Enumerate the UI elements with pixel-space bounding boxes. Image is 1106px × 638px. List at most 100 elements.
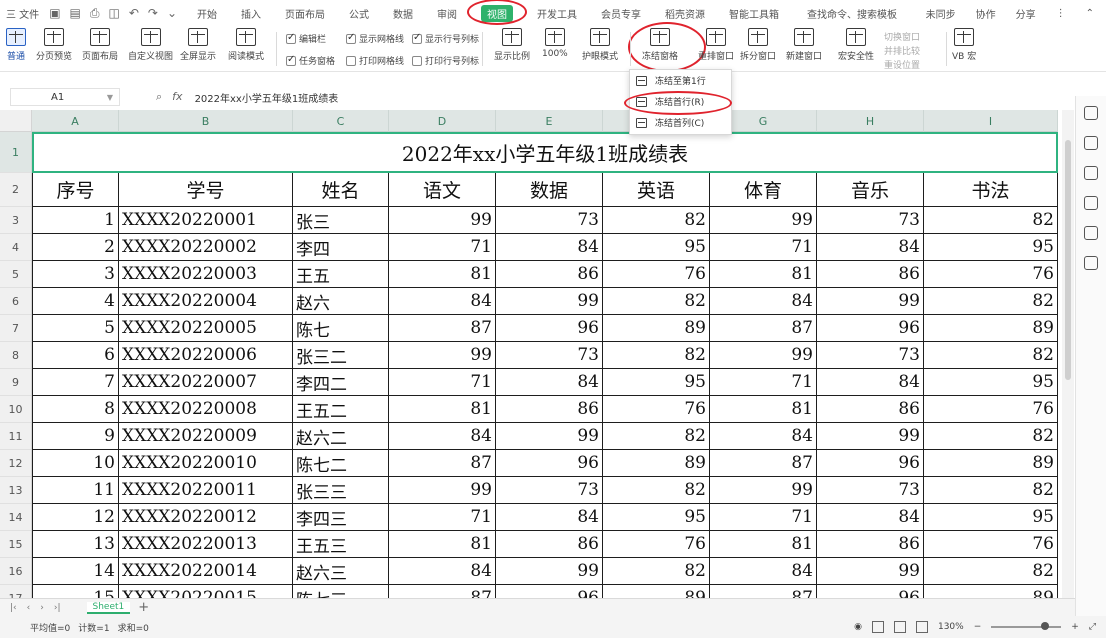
checkbox-5[interactable]: 打印行号列标: [412, 54, 479, 67]
table-cell[interactable]: 李四三: [293, 504, 389, 531]
table-cell[interactable]: 87: [389, 585, 496, 598]
table-cell[interactable]: 95: [603, 234, 710, 261]
table-cell[interactable]: 73: [496, 477, 603, 504]
table-cell[interactable]: 84: [817, 234, 924, 261]
table-cell[interactable]: 3: [32, 261, 119, 288]
table-cell[interactable]: 9: [32, 423, 119, 450]
ribbon-disabled-0[interactable]: 切换窗口: [884, 30, 920, 43]
row-header[interactable]: 2: [0, 173, 31, 207]
table-cell[interactable]: 张三二: [293, 342, 389, 369]
ribbon-button-14[interactable]: VB 宏: [952, 28, 976, 62]
table-cell[interactable]: 99: [817, 288, 924, 315]
table-cell[interactable]: 14: [32, 558, 119, 585]
table-cell[interactable]: XXXX20220006: [119, 342, 293, 369]
table-cell[interactable]: XXXX20220002: [119, 234, 293, 261]
ribbon-button-12[interactable]: 新建窗口: [786, 28, 822, 62]
freeze-menu-item-0[interactable]: 冻结至第1行: [630, 70, 731, 91]
column-header-I[interactable]: I: [924, 110, 1058, 132]
table-cell[interactable]: XXXX20220001: [119, 207, 293, 234]
table-cell[interactable]: 84: [496, 234, 603, 261]
header-cell[interactable]: 姓名: [293, 173, 389, 207]
table-cell[interactable]: 89: [924, 450, 1058, 477]
table-cell[interactable]: 1: [32, 207, 119, 234]
tab-6[interactable]: 视图: [467, 0, 528, 25]
table-cell[interactable]: 99: [817, 558, 924, 585]
header-cell[interactable]: 数据: [496, 173, 603, 207]
table-cell[interactable]: 95: [603, 369, 710, 396]
table-cell[interactable]: 4: [32, 288, 119, 315]
table-cell[interactable]: 89: [603, 450, 710, 477]
table-cell[interactable]: 89: [603, 315, 710, 342]
ribbon-disabled-1[interactable]: 并排比较: [884, 44, 920, 57]
table-cell[interactable]: XXXX20220012: [119, 504, 293, 531]
page-break-view-icon[interactable]: [915, 621, 928, 633]
checkbox-0[interactable]: 编辑栏: [286, 32, 326, 45]
table-cell[interactable]: 11: [32, 477, 119, 504]
table-cell[interactable]: 82: [603, 207, 710, 234]
select-all-corner[interactable]: [0, 110, 32, 132]
table-cell[interactable]: 76: [603, 396, 710, 423]
table-cell[interactable]: 86: [496, 531, 603, 558]
normal-view-icon[interactable]: [871, 621, 884, 633]
table-cell[interactable]: 96: [817, 450, 924, 477]
tab-4[interactable]: 数据: [393, 6, 413, 21]
checkbox-2[interactable]: 显示行号列标: [412, 32, 479, 45]
table-cell[interactable]: 82: [603, 423, 710, 450]
tab-3[interactable]: 公式: [349, 6, 369, 21]
table-cell[interactable]: 89: [603, 585, 710, 598]
merged-title-cell[interactable]: 2022年xx小学五年级1班成绩表: [32, 132, 1058, 173]
vertical-scrollbar[interactable]: [1062, 110, 1074, 598]
table-cell[interactable]: 76: [603, 261, 710, 288]
table-cell[interactable]: 84: [389, 558, 496, 585]
table-cell[interactable]: 84: [389, 423, 496, 450]
table-cell[interactable]: 96: [496, 315, 603, 342]
name-box[interactable]: A1 ▼: [10, 88, 120, 106]
header-cell[interactable]: 书法: [924, 173, 1058, 207]
table-cell[interactable]: 84: [817, 504, 924, 531]
chevron-down-icon[interactable]: ▼: [107, 93, 113, 102]
table-cell[interactable]: 81: [710, 531, 817, 558]
row-header[interactable]: 14: [0, 504, 31, 531]
table-cell[interactable]: XXXX20220014: [119, 558, 293, 585]
collapse-ribbon-icon[interactable]: ⌃: [1086, 8, 1094, 19]
add-sheet-button[interactable]: +: [138, 600, 149, 615]
table-cell[interactable]: 71: [389, 234, 496, 261]
table-cell[interactable]: 86: [496, 261, 603, 288]
page-layout-view-icon[interactable]: [893, 621, 906, 633]
table-cell[interactable]: 86: [817, 531, 924, 558]
table-cell[interactable]: 71: [710, 369, 817, 396]
row-header[interactable]: 15: [0, 531, 31, 558]
table-cell[interactable]: 84: [710, 288, 817, 315]
table-cell[interactable]: 87: [710, 585, 817, 598]
table-cell[interactable]: 73: [496, 207, 603, 234]
table-cell[interactable]: 赵六二: [293, 423, 389, 450]
table-cell[interactable]: XXXX20220004: [119, 288, 293, 315]
table-cell[interactable]: 84: [389, 288, 496, 315]
prev-sheet-icon[interactable]: ‹: [27, 603, 31, 613]
table-cell[interactable]: 15: [32, 585, 119, 598]
table-cell[interactable]: 87: [389, 315, 496, 342]
column-header-E[interactable]: E: [496, 110, 603, 132]
row-header[interactable]: 11: [0, 423, 31, 450]
table-cell[interactable]: 13: [32, 531, 119, 558]
freeze-menu-item-2[interactable]: 冻结首列(C): [630, 112, 731, 133]
table-cell[interactable]: 96: [817, 585, 924, 598]
row-header[interactable]: 5: [0, 261, 31, 288]
header-cell[interactable]: 学号: [119, 173, 293, 207]
table-cell[interactable]: 71: [710, 504, 817, 531]
kebab-menu-icon[interactable]: ⋮: [1056, 8, 1066, 19]
row-header[interactable]: 16: [0, 558, 31, 585]
row-header[interactable]: 7: [0, 315, 31, 342]
header-cell[interactable]: 体育: [710, 173, 817, 207]
checkbox-box[interactable]: [346, 32, 356, 44]
checkbox-3[interactable]: 任务窗格: [286, 54, 335, 67]
table-cell[interactable]: 99: [710, 477, 817, 504]
zoom-in-icon[interactable]: +: [1071, 622, 1079, 632]
print-icon[interactable]: ⎙: [90, 6, 100, 21]
table-cell[interactable]: 陈七二: [293, 450, 389, 477]
table-cell[interactable]: 82: [603, 288, 710, 315]
table-cell[interactable]: 6: [32, 342, 119, 369]
ribbon-disabled-2[interactable]: 重设位置: [884, 58, 920, 71]
table-cell[interactable]: 71: [389, 369, 496, 396]
table-cell[interactable]: XXXX20220005: [119, 315, 293, 342]
